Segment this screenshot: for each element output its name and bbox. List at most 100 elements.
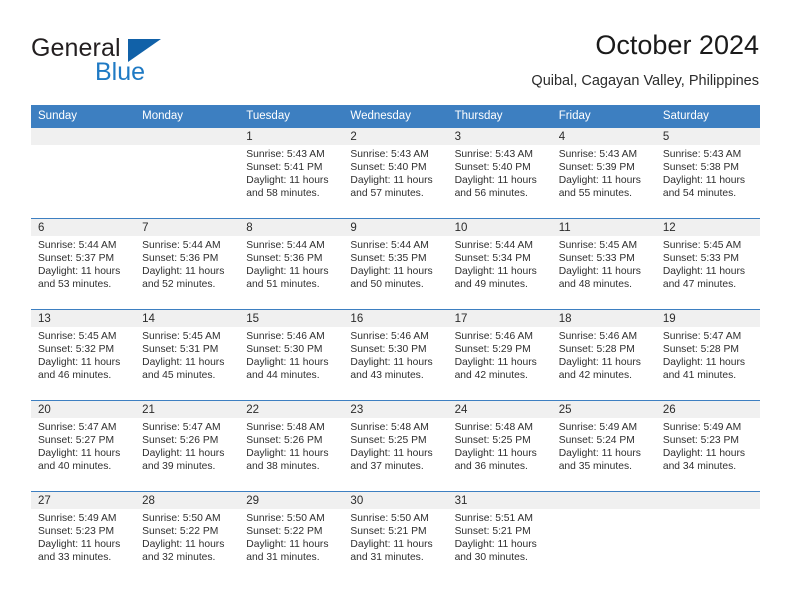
day-number bbox=[31, 128, 136, 145]
sunset-text: Sunset: 5:25 PM bbox=[350, 435, 427, 447]
daylight-text: Daylight: 11 hours and 42 minutes. bbox=[454, 357, 537, 382]
calendar-day-cell[interactable]: 28 Sunrise: 5:50 AM Sunset: 5:22 PM Dayligh… bbox=[135, 491, 240, 582]
sunset-text: Sunset: 5:30 PM bbox=[350, 344, 427, 356]
calendar-day-cell[interactable]: 22 Sunrise: 5:48 AM Sunset: 5:26 PM Dayligh… bbox=[239, 400, 344, 492]
calendar-day-cell-empty bbox=[655, 491, 760, 582]
day-cell-details: Sunrise: 5:50 AM Sunset: 5:22 PM Daylight:… bbox=[239, 509, 343, 564]
calendar-day-cell-empty bbox=[551, 491, 656, 582]
calendar-day-cell[interactable]: 24 Sunrise: 5:48 AM Sunset: 5:25 PM Dayligh… bbox=[447, 400, 552, 492]
day-cell-details: Sunrise: 5:45 AM Sunset: 5:32 PM Daylight:… bbox=[31, 327, 135, 382]
calendar-day-cell[interactable]: 19 Sunrise: 5:47 AM Sunset: 5:28 PM Dayligh… bbox=[655, 309, 760, 401]
sunset-text: Sunset: 5:36 PM bbox=[142, 253, 219, 265]
sunrise-text: Sunrise: 5:47 AM bbox=[142, 422, 221, 433]
day-cell-details: Sunrise: 5:49 AM Sunset: 5:23 PM Daylight:… bbox=[656, 418, 760, 473]
daylight-text: Daylight: 11 hours and 37 minutes. bbox=[350, 448, 433, 473]
general-blue-logo[interactable]: General Blue bbox=[31, 28, 251, 90]
sunrise-text: Sunrise: 5:47 AM bbox=[38, 422, 117, 433]
calendar-day-cell[interactable]: 15 Sunrise: 5:46 AM Sunset: 5:30 PM Dayligh… bbox=[239, 309, 344, 401]
sunset-text: Sunset: 5:40 PM bbox=[454, 162, 531, 174]
day-number: 3 bbox=[447, 128, 552, 145]
day-cell-details: Sunrise: 5:43 AM Sunset: 5:40 PM Daylight:… bbox=[448, 145, 552, 200]
sunrise-text: Sunrise: 5:44 AM bbox=[38, 240, 117, 251]
daylight-text: Daylight: 11 hours and 52 minutes. bbox=[142, 266, 225, 291]
day-cell-inner: 6 Sunrise: 5:44 AM Sunset: 5:37 PM Daylight… bbox=[31, 219, 136, 309]
calendar-day-cell[interactable]: 9 Sunrise: 5:44 AM Sunset: 5:35 PM Daylight… bbox=[343, 218, 448, 310]
calendar-day-cell[interactable]: 1 Sunrise: 5:43 AM Sunset: 5:41 PM Daylight… bbox=[239, 127, 344, 219]
sunrise-text: Sunrise: 5:50 AM bbox=[142, 513, 221, 524]
calendar-day-cell[interactable]: 18 Sunrise: 5:46 AM Sunset: 5:28 PM Dayligh… bbox=[551, 309, 656, 401]
calendar-day-cell[interactable]: 7 Sunrise: 5:44 AM Sunset: 5:36 PM Daylight… bbox=[135, 218, 240, 310]
calendar-day-cell[interactable]: 2 Sunrise: 5:43 AM Sunset: 5:40 PM Daylight… bbox=[343, 127, 448, 219]
calendar-day-cell[interactable]: 8 Sunrise: 5:44 AM Sunset: 5:36 PM Daylight… bbox=[239, 218, 344, 310]
day-cell-inner bbox=[31, 128, 136, 218]
daylight-text: Daylight: 11 hours and 55 minutes. bbox=[558, 175, 641, 200]
calendar-day-cell[interactable]: 20 Sunrise: 5:47 AM Sunset: 5:27 PM Dayligh… bbox=[31, 400, 136, 492]
weekday-header-thursday: Thursday bbox=[447, 105, 552, 128]
daylight-text: Daylight: 11 hours and 43 minutes. bbox=[350, 357, 433, 382]
sunset-text: Sunset: 5:37 PM bbox=[38, 253, 115, 265]
sunset-text: Sunset: 5:21 PM bbox=[454, 526, 531, 538]
page-title: October 2024 bbox=[595, 30, 759, 60]
day-cell-details: Sunrise: 5:48 AM Sunset: 5:25 PM Daylight:… bbox=[343, 418, 447, 473]
sunrise-text: Sunrise: 5:43 AM bbox=[350, 149, 429, 160]
calendar-day-cell[interactable]: 25 Sunrise: 5:49 AM Sunset: 5:24 PM Dayligh… bbox=[551, 400, 656, 492]
calendar-week-row: 1 Sunrise: 5:43 AM Sunset: 5:41 PM Daylight… bbox=[31, 127, 760, 219]
calendar-day-cell[interactable]: 14 Sunrise: 5:45 AM Sunset: 5:31 PM Dayligh… bbox=[135, 309, 240, 401]
day-cell-details: Sunrise: 5:44 AM Sunset: 5:34 PM Daylight:… bbox=[448, 236, 552, 291]
sunset-text: Sunset: 5:33 PM bbox=[662, 253, 739, 265]
weekday-header-row: Sunday Monday Tuesday Wednesday Thursday… bbox=[31, 105, 760, 128]
sunset-text: Sunset: 5:36 PM bbox=[246, 253, 323, 265]
calendar-day-cell[interactable]: 30 Sunrise: 5:50 AM Sunset: 5:21 PM Dayligh… bbox=[343, 491, 448, 582]
day-cell-details: Sunrise: 5:44 AM Sunset: 5:36 PM Daylight:… bbox=[239, 236, 343, 291]
day-number: 2 bbox=[343, 128, 448, 145]
calendar-week-row: 20 Sunrise: 5:47 AM Sunset: 5:27 PM Dayligh… bbox=[31, 400, 760, 492]
day-cell-inner: 19 Sunrise: 5:47 AM Sunset: 5:28 PM Dayligh… bbox=[655, 310, 760, 400]
day-cell-inner: 31 Sunrise: 5:51 AM Sunset: 5:21 PM Dayligh… bbox=[447, 492, 552, 582]
day-cell-inner: 24 Sunrise: 5:48 AM Sunset: 5:25 PM Dayligh… bbox=[447, 401, 552, 491]
sunrise-text: Sunrise: 5:43 AM bbox=[558, 149, 638, 160]
sunset-text: Sunset: 5:28 PM bbox=[558, 344, 635, 356]
calendar-day-cell[interactable]: 27 Sunrise: 5:49 AM Sunset: 5:23 PM Dayligh… bbox=[31, 491, 136, 582]
day-cell-details: Sunrise: 5:47 AM Sunset: 5:26 PM Daylight:… bbox=[135, 418, 239, 473]
day-cell-inner: 17 Sunrise: 5:46 AM Sunset: 5:29 PM Dayligh… bbox=[447, 310, 552, 400]
calendar-day-cell[interactable]: 31 Sunrise: 5:51 AM Sunset: 5:21 PM Dayligh… bbox=[447, 491, 552, 582]
calendar-day-cell[interactable]: 29 Sunrise: 5:50 AM Sunset: 5:22 PM Dayligh… bbox=[239, 491, 344, 582]
calendar-day-cell[interactable]: 21 Sunrise: 5:47 AM Sunset: 5:26 PM Dayligh… bbox=[135, 400, 240, 492]
day-number: 8 bbox=[239, 219, 344, 236]
calendar-day-cell[interactable]: 13 Sunrise: 5:45 AM Sunset: 5:32 PM Dayligh… bbox=[31, 309, 136, 401]
daylight-text: Daylight: 11 hours and 53 minutes. bbox=[38, 266, 121, 291]
day-cell-inner: 12 Sunrise: 5:45 AM Sunset: 5:33 PM Dayligh… bbox=[655, 219, 760, 309]
day-cell-inner: 4 Sunrise: 5:43 AM Sunset: 5:39 PM Daylight… bbox=[551, 128, 656, 218]
daylight-text: Daylight: 11 hours and 58 minutes. bbox=[246, 175, 329, 200]
day-cell-details: Sunrise: 5:46 AM Sunset: 5:30 PM Daylight:… bbox=[239, 327, 343, 382]
calendar-day-cell-empty bbox=[135, 127, 240, 219]
daylight-text: Daylight: 11 hours and 56 minutes. bbox=[454, 175, 537, 200]
calendar-day-cell[interactable]: 6 Sunrise: 5:44 AM Sunset: 5:37 PM Daylight… bbox=[31, 218, 136, 310]
daylight-text: Daylight: 11 hours and 34 minutes. bbox=[662, 448, 746, 473]
logo-text-blue: Blue bbox=[95, 58, 146, 86]
day-number bbox=[551, 492, 656, 509]
calendar-day-cell[interactable]: 10 Sunrise: 5:44 AM Sunset: 5:34 PM Dayligh… bbox=[447, 218, 552, 310]
weekday-header-saturday: Saturday bbox=[655, 105, 760, 128]
calendar-day-cell[interactable]: 12 Sunrise: 5:45 AM Sunset: 5:33 PM Dayligh… bbox=[655, 218, 760, 310]
calendar-day-cell[interactable]: 17 Sunrise: 5:46 AM Sunset: 5:29 PM Dayligh… bbox=[447, 309, 552, 401]
day-number: 24 bbox=[447, 401, 552, 418]
calendar-day-cell[interactable]: 11 Sunrise: 5:45 AM Sunset: 5:33 PM Dayligh… bbox=[551, 218, 656, 310]
day-cell-details: Sunrise: 5:43 AM Sunset: 5:41 PM Daylight:… bbox=[239, 145, 343, 200]
daylight-text: Daylight: 11 hours and 40 minutes. bbox=[38, 448, 121, 473]
calendar-day-cell[interactable]: 16 Sunrise: 5:46 AM Sunset: 5:30 PM Dayligh… bbox=[343, 309, 448, 401]
title-block: October 2024 Quibal, Cagayan Valley, Phi… bbox=[531, 28, 759, 91]
calendar-day-cell[interactable]: 5 Sunrise: 5:43 AM Sunset: 5:38 PM Daylight… bbox=[655, 127, 760, 219]
sunrise-text: Sunrise: 5:49 AM bbox=[38, 513, 117, 524]
calendar-day-cell[interactable]: 4 Sunrise: 5:43 AM Sunset: 5:39 PM Daylight… bbox=[551, 127, 656, 219]
sunset-text: Sunset: 5:22 PM bbox=[246, 526, 323, 538]
day-cell-inner: 5 Sunrise: 5:43 AM Sunset: 5:38 PM Daylight… bbox=[655, 128, 760, 218]
sunset-text: Sunset: 5:35 PM bbox=[350, 253, 427, 265]
day-cell-inner: 10 Sunrise: 5:44 AM Sunset: 5:34 PM Dayligh… bbox=[447, 219, 552, 309]
calendar-day-cell[interactable]: 26 Sunrise: 5:49 AM Sunset: 5:23 PM Dayligh… bbox=[655, 400, 760, 492]
sunrise-text: Sunrise: 5:44 AM bbox=[350, 240, 429, 251]
calendar-day-cell[interactable]: 23 Sunrise: 5:48 AM Sunset: 5:25 PM Dayligh… bbox=[343, 400, 448, 492]
day-cell-details: Sunrise: 5:51 AM Sunset: 5:21 PM Daylight:… bbox=[448, 509, 552, 564]
sunrise-text: Sunrise: 5:47 AM bbox=[662, 331, 742, 342]
calendar-day-cell[interactable]: 3 Sunrise: 5:43 AM Sunset: 5:40 PM Daylight… bbox=[447, 127, 552, 219]
